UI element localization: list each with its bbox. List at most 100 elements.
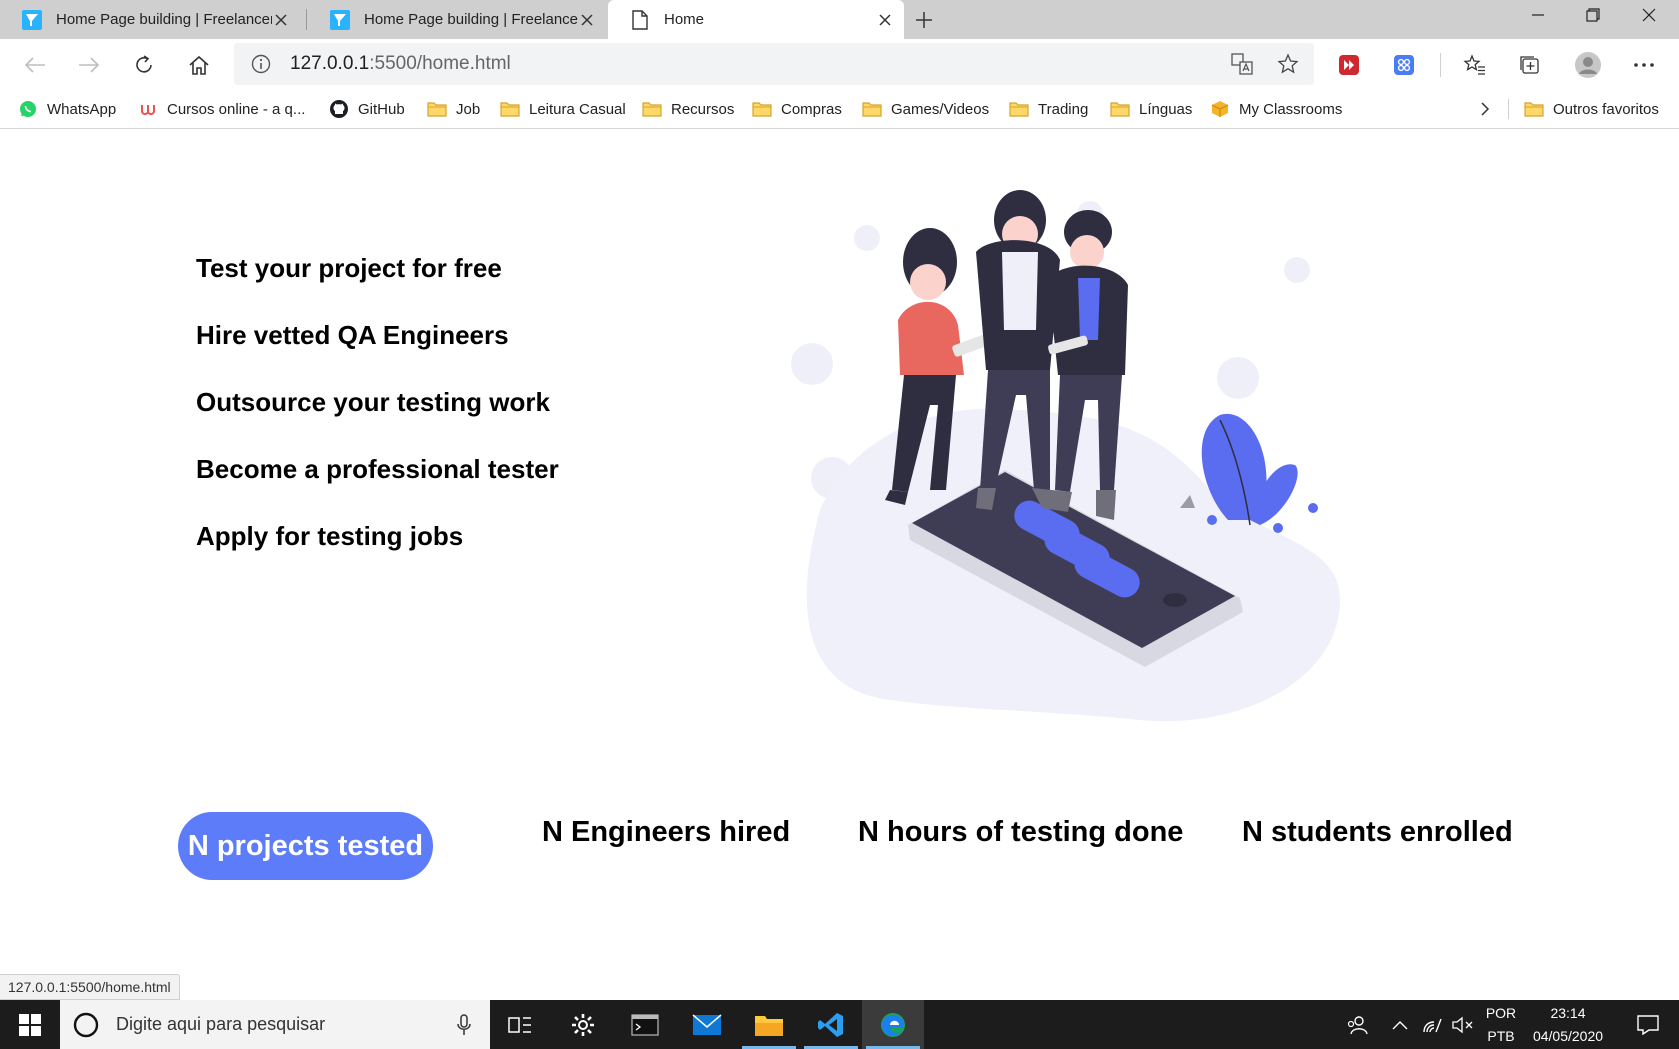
microphone-icon[interactable] — [456, 1014, 476, 1036]
star-icon[interactable] — [1276, 52, 1300, 76]
extension-video-icon[interactable] — [1334, 50, 1364, 80]
plus-icon — [916, 12, 932, 28]
extension-blue-icon[interactable] — [1389, 50, 1419, 80]
stat-engineers-hired: N Engineers hired — [542, 816, 791, 848]
github-icon — [329, 100, 349, 118]
taskbar-mail[interactable] — [676, 1000, 738, 1049]
collections-button[interactable] — [1515, 50, 1545, 80]
tab-freelancer-1[interactable]: Home Page building | Freelancer — [0, 0, 300, 39]
language-indicator[interactable]: POR PTB — [1480, 1000, 1522, 1049]
taskbar-vscode[interactable] — [800, 1000, 862, 1049]
vscode-icon — [818, 1012, 843, 1037]
bookmark-label: Leitura Casual — [529, 100, 626, 118]
stat-hours-testing: N hours of testing done — [858, 816, 1184, 848]
tab-title: Home — [664, 11, 705, 28]
browser-toolbar: 127.0.0.1:5500/home.html — [0, 39, 1679, 90]
taskbar-file-explorer[interactable] — [738, 1000, 800, 1049]
bookmark-outros-favoritos[interactable]: Outros favoritos — [1524, 90, 1659, 128]
new-tab-button[interactable] — [912, 8, 936, 32]
bookmark-job[interactable]: Job — [427, 90, 480, 128]
bookmark-label: Games/Videos — [891, 100, 990, 118]
folder-icon — [752, 100, 772, 118]
language-code: POR — [1485, 1004, 1517, 1021]
folder-icon — [1524, 100, 1544, 118]
minimize-button[interactable] — [1510, 0, 1566, 30]
home-button[interactable] — [184, 50, 214, 80]
bookmark-linguas[interactable]: Línguas — [1110, 90, 1192, 128]
taskbar-search-placeholder: Digite aqui para pesquisar — [116, 1014, 326, 1034]
toolbar-separator — [1440, 53, 1441, 77]
windows-logo-icon — [19, 1013, 41, 1036]
stat-projects-tested-button[interactable]: N projects tested — [178, 812, 433, 880]
notifications-icon[interactable] — [1624, 1000, 1672, 1049]
taskbar-terminal[interactable] — [614, 1000, 676, 1049]
bookmark-games-videos[interactable]: Games/Videos — [862, 90, 989, 128]
translate-icon[interactable] — [1230, 52, 1254, 76]
gear-icon — [572, 1013, 594, 1036]
bookmark-recursos[interactable]: Recursos — [642, 90, 734, 128]
bookmark-whatsapp[interactable]: WhatsApp — [18, 90, 116, 128]
bookmarks-overflow-button[interactable] — [1480, 90, 1490, 128]
freelancer-icon — [22, 9, 42, 30]
bookmark-cursos[interactable]: Cursos online - a q... — [138, 90, 305, 128]
close-icon[interactable] — [876, 11, 894, 29]
folder-icon — [642, 100, 662, 118]
favorites-button[interactable] — [1460, 50, 1490, 80]
arrow-right-icon — [79, 57, 100, 73]
whatsapp-icon — [18, 100, 38, 118]
bookmark-trading[interactable]: Trading — [1009, 90, 1088, 128]
wifi-icon[interactable] — [1418, 1000, 1446, 1049]
tab-freelancer-2[interactable]: Home Page building | Freelancer — [308, 0, 606, 39]
feature-item: Hire vetted QA Engineers — [196, 320, 509, 350]
address-bar[interactable]: 127.0.0.1:5500/home.html — [234, 43, 1314, 85]
home-icon — [189, 55, 209, 75]
url-path: :5500/home.html — [369, 53, 511, 74]
profile-button[interactable] — [1573, 50, 1603, 80]
people-icon[interactable] — [1338, 1000, 1376, 1049]
bookmark-my-classrooms[interactable]: My Classrooms — [1210, 90, 1342, 128]
folder-icon — [755, 1015, 783, 1036]
restore-button[interactable] — [1565, 0, 1621, 30]
bookmark-leitura-casual[interactable]: Leitura Casual — [500, 90, 626, 128]
folder-icon — [1110, 100, 1130, 118]
tab-strip: Home Page building | Freelancer Home Pag… — [0, 0, 1679, 39]
box-icon — [1210, 100, 1230, 118]
folder-icon — [862, 100, 882, 118]
feature-item: Apply for testing jobs — [196, 521, 464, 551]
close-icon[interactable] — [578, 11, 596, 29]
bookmark-label: Trading — [1038, 100, 1089, 118]
back-button[interactable] — [20, 50, 50, 80]
url-host: 127.0.0.1 — [290, 53, 370, 74]
info-icon[interactable] — [250, 53, 272, 75]
cortana-icon — [72, 1011, 100, 1039]
tab-home[interactable]: Home — [608, 0, 904, 39]
taskbar-edge[interactable] — [862, 1000, 924, 1049]
favorites-icon — [1463, 54, 1485, 75]
start-button[interactable] — [0, 1000, 60, 1049]
bookmark-label: Compras — [781, 100, 842, 118]
edge-icon — [881, 1012, 905, 1037]
keyboard-layout: PTB — [1487, 1027, 1515, 1044]
bookmark-compras[interactable]: Compras — [752, 90, 842, 128]
address-url[interactable]: 127.0.0.1:5500/home.html — [290, 53, 511, 75]
chevron-up-icon[interactable] — [1386, 1000, 1414, 1049]
folder-icon — [1009, 100, 1029, 118]
windows-taskbar: Digite aqui para pesquisar POR PTB 23:14… — [0, 1000, 1679, 1049]
bookmark-github[interactable]: GitHub — [329, 90, 405, 128]
refresh-button[interactable] — [129, 50, 159, 80]
task-view-button[interactable] — [490, 1000, 550, 1049]
more-menu-button[interactable] — [1629, 50, 1659, 80]
bookmark-label: Outros favoritos — [1553, 100, 1659, 118]
taskbar-search-box[interactable]: Digite aqui para pesquisar — [60, 1000, 490, 1049]
terminal-icon — [631, 1013, 659, 1036]
clock-time: 23:14 — [1550, 1004, 1586, 1021]
forward-button[interactable] — [74, 50, 104, 80]
bookmark-label: GitHub — [358, 100, 405, 118]
window-close-button[interactable] — [1621, 0, 1677, 30]
collections-icon — [1520, 56, 1539, 74]
volume-muted-icon[interactable] — [1449, 1000, 1477, 1049]
taskbar-settings[interactable] — [552, 1000, 614, 1049]
bookmarks-separator — [1508, 99, 1509, 119]
clock[interactable]: 23:14 04/05/2020 — [1522, 1000, 1614, 1049]
close-icon[interactable] — [272, 11, 290, 29]
